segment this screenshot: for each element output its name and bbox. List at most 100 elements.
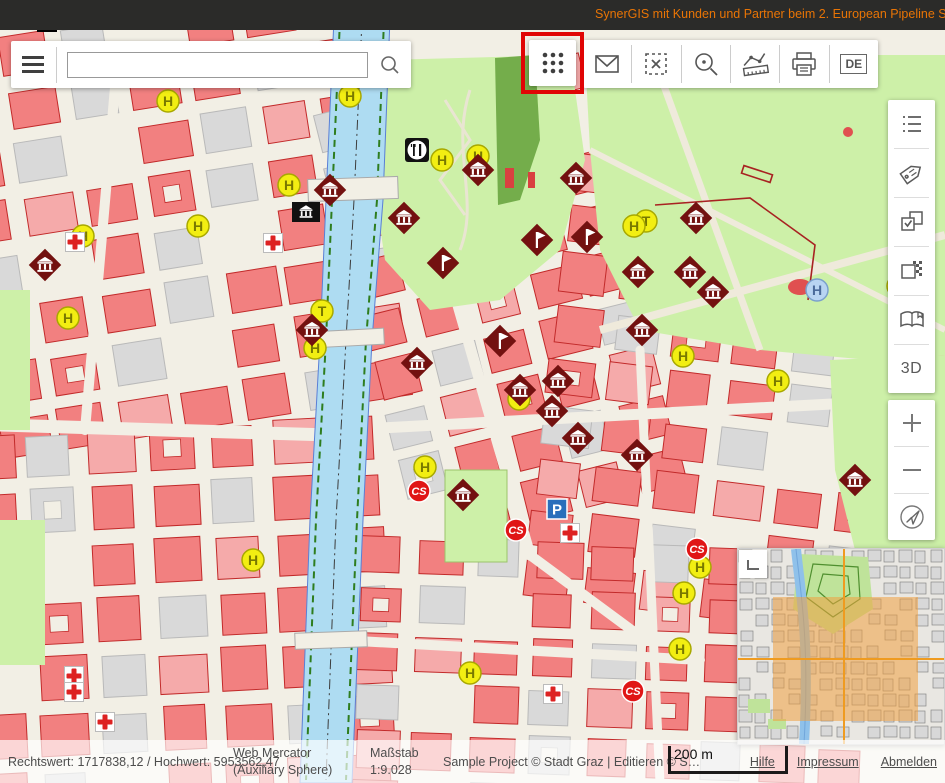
- zoom-panel: [888, 400, 935, 540]
- marker-stop[interactable]: H: [431, 149, 453, 171]
- zoom-in-button[interactable]: [888, 400, 935, 446]
- minus-icon: [900, 458, 924, 482]
- marker-cross[interactable]: [96, 713, 115, 732]
- marker-cross[interactable]: [561, 524, 580, 543]
- locate-icon: [898, 503, 926, 531]
- view-3d-label: 3D: [901, 360, 922, 378]
- svg-text:T: T: [318, 303, 327, 319]
- marker-cross[interactable]: [264, 234, 283, 253]
- svg-text:H: H: [678, 348, 688, 364]
- mail-icon: [593, 52, 621, 76]
- collapse-corner-icon: [741, 552, 765, 576]
- label-tag-button[interactable]: [888, 149, 935, 197]
- link-hilfe[interactable]: Hilfe: [750, 755, 775, 769]
- zoom-out-button[interactable]: [888, 447, 935, 493]
- search-icon: [379, 54, 401, 76]
- list-icon: [899, 112, 925, 136]
- zoom-select-button[interactable]: [682, 40, 730, 88]
- clear-selection-button[interactable]: [632, 40, 680, 88]
- marker-stop[interactable]: H: [414, 456, 436, 478]
- marker-stop-blue[interactable]: H: [806, 279, 828, 301]
- clear-selection-icon: [642, 50, 670, 78]
- marker-stop[interactable]: H: [242, 549, 264, 571]
- search-button[interactable]: [368, 41, 411, 88]
- svg-text:H: H: [465, 665, 475, 681]
- view-3d-button[interactable]: 3D: [888, 345, 935, 393]
- marker-museum-box[interactable]: [292, 202, 320, 222]
- legend-list-button[interactable]: [888, 100, 935, 148]
- marker-stop[interactable]: H: [57, 307, 79, 329]
- language-label: DE: [840, 54, 867, 74]
- mail-button[interactable]: [583, 40, 631, 88]
- marker-stop[interactable]: H: [672, 345, 694, 367]
- scale-label: Maßstab: [370, 746, 419, 760]
- svg-text:H: H: [675, 641, 685, 657]
- svg-text:H: H: [420, 459, 430, 475]
- print-button[interactable]: [780, 40, 828, 88]
- footer-links: Hilfe Impressum Abmelden: [750, 740, 937, 783]
- marker-restaurant[interactable]: [405, 138, 429, 162]
- marker-parking[interactable]: P: [547, 499, 567, 519]
- svg-text:H: H: [679, 585, 689, 601]
- scale-value: 1:9.028: [370, 763, 412, 777]
- marker-stop[interactable]: H: [339, 85, 361, 107]
- ticker-text: SynerGIS mit Kunden und Partner beim 2. …: [595, 7, 945, 21]
- svg-text:H: H: [284, 177, 294, 193]
- overview-collapse-button[interactable]: [739, 550, 767, 578]
- marker-cross[interactable]: [544, 685, 563, 704]
- link-abmelden[interactable]: Abmelden: [881, 755, 937, 769]
- divider: [56, 47, 57, 83]
- locate-button[interactable]: [888, 494, 935, 540]
- marker-stop[interactable]: H: [673, 582, 695, 604]
- projection-label: Web Mercator (Auxiliary Sphere): [233, 740, 351, 783]
- map-tools-panel: 3D: [888, 100, 935, 393]
- marker-stop[interactable]: H: [669, 638, 691, 660]
- tag-icon: [899, 160, 925, 186]
- plus-icon: [900, 411, 924, 435]
- marker-cross[interactable]: [65, 683, 84, 702]
- svg-text:H: H: [629, 218, 639, 234]
- marker-cs[interactable]: CS: [686, 538, 708, 560]
- highlight-annotation-box: [521, 32, 584, 94]
- marker-stop[interactable]: H: [278, 174, 300, 196]
- svg-text:P: P: [552, 502, 562, 519]
- overview-canvas: [738, 549, 944, 744]
- measure-button[interactable]: [731, 40, 779, 88]
- menu-button[interactable]: [11, 41, 56, 88]
- language-button[interactable]: DE: [830, 40, 878, 88]
- marker-cross[interactable]: [66, 233, 85, 252]
- main-toolbar: DE: [583, 40, 878, 88]
- marker-stop[interactable]: H: [459, 662, 481, 684]
- basemap-button[interactable]: [888, 247, 935, 295]
- link-impressum[interactable]: Impressum: [797, 755, 859, 769]
- scale-readout: Maßstab 1:9.028: [370, 740, 419, 783]
- marker-stop[interactable]: H: [623, 215, 645, 237]
- marker-cs[interactable]: CS: [505, 519, 527, 541]
- search-toolbar: [11, 41, 411, 88]
- basemap-icon: [899, 258, 925, 284]
- ticker-bar: SynerGIS mit Kunden und Partner beim 2. …: [0, 0, 945, 30]
- measure-icon: [738, 49, 772, 79]
- search-input[interactable]: [67, 52, 368, 78]
- svg-text:H: H: [812, 282, 822, 298]
- book-icon: [898, 308, 926, 332]
- svg-text:CS: CS: [689, 544, 705, 556]
- marker-stop[interactable]: H: [187, 215, 209, 237]
- svg-text:H: H: [345, 88, 355, 104]
- overview-map[interactable]: [737, 548, 945, 745]
- svg-text:H: H: [63, 310, 73, 326]
- marker-stop[interactable]: H: [157, 90, 179, 112]
- status-bar: Rechtswert: 1717838,12 / Hochwert: 59535…: [0, 740, 945, 783]
- print-icon: [790, 50, 818, 78]
- svg-text:CS: CS: [411, 486, 427, 498]
- svg-text:H: H: [437, 152, 447, 168]
- marker-stop[interactable]: H: [767, 370, 789, 392]
- select-layers-button[interactable]: [888, 198, 935, 246]
- marker-cs[interactable]: CS: [408, 480, 430, 502]
- zoom-select-icon: [692, 50, 720, 78]
- marker-cs[interactable]: CS: [622, 680, 644, 702]
- svg-text:CS: CS: [508, 525, 524, 537]
- svg-text:CS: CS: [625, 686, 641, 698]
- svg-text:H: H: [773, 373, 783, 389]
- bookmarks-button[interactable]: [888, 296, 935, 344]
